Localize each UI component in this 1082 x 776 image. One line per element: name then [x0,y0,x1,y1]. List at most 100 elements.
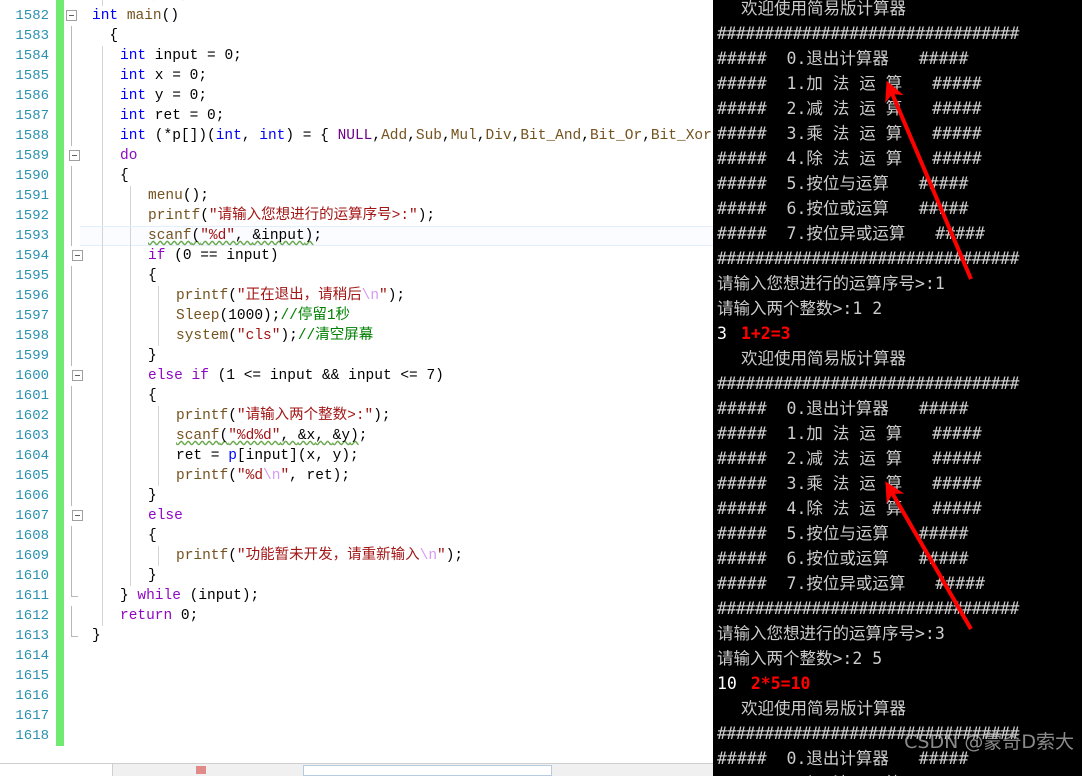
hash-right: ##### [918,399,969,418]
code-token: ( [228,288,237,304]
fold-gutter[interactable] [64,206,80,226]
code-line[interactable]: 1598 system("cls");//清空屏幕 [0,326,713,346]
code-line[interactable]: 1584 int input = 0; [0,46,713,66]
fold-gutter[interactable] [64,26,80,46]
fold-gutter[interactable] [64,706,80,726]
console-output-pane[interactable]: 欢迎使用简易版计算器 ##############################… [713,0,1082,776]
code-lines-container: 1581//用户功能编写1582int main()1583 {1584int … [0,0,713,746]
code-line[interactable]: 1586 int y = 0; [0,86,713,106]
code-line[interactable]: 1604 ret = p[input](x, y); [0,446,713,466]
code-line[interactable]: 1592 printf("请输入您想进行的运算序号>:"); [0,206,713,226]
fold-gutter[interactable] [64,466,80,486]
code-line[interactable]: 1587 int ret = 0; [0,106,713,126]
fold-gutter[interactable] [64,686,80,706]
fold-gutter[interactable] [64,586,80,606]
code-line[interactable]: 1617 [0,706,713,726]
fold-gutter[interactable] [64,6,80,26]
code-line[interactable]: 1612 return 0; [0,606,713,626]
fold-gutter[interactable] [64,546,80,566]
code-line[interactable]: 1597 Sleep(1000);//停留1秒 [0,306,713,326]
code-token: do [120,148,138,164]
fold-gutter[interactable] [64,86,80,106]
fold-gutter[interactable] [64,666,80,686]
fold-gutter[interactable] [64,446,80,466]
code-line[interactable]: 1595 { [0,266,713,286]
fold-gutter[interactable] [64,626,80,646]
fold-gutter[interactable] [64,186,80,206]
console-menu-item-line: ##### 6.按位或运算 ##### [713,196,1082,221]
fold-gutter[interactable] [64,606,80,626]
bottom-search-box[interactable] [303,765,552,776]
code-line[interactable]: 1602 printf("请输入两个整数>:"); [0,406,713,426]
code-line[interactable]: 1596 printf("正在退出，请稍后\n"); [0,286,713,306]
code-token: } [148,348,157,364]
fold-gutter[interactable] [64,146,80,166]
line-number: 1584 [0,46,56,66]
fold-gutter[interactable] [64,306,80,326]
code-line-text: printf("功能暂未开发，请重新输入\n"); [80,546,713,566]
code-editor-pane[interactable]: 1581//用户功能编写1582int main()1583 {1584int … [0,0,713,776]
code-line[interactable]: 1589 do [0,146,713,166]
code-line[interactable]: 1605 printf("%d\n", ret); [0,466,713,486]
fold-gutter[interactable] [64,506,83,526]
code-line[interactable]: 1611} while (input); [0,586,713,606]
code-line[interactable]: 1591 menu(); [0,186,713,206]
fold-gutter[interactable] [64,346,80,366]
fold-guide-line [71,526,72,546]
code-line[interactable]: 1615 [0,666,713,686]
fold-gutter[interactable] [64,166,80,186]
code-line[interactable]: 1599} [0,346,713,366]
code-line[interactable]: 1600 else if (1 <= input && input <= 7) [0,366,713,386]
code-token: ; [233,48,242,64]
fold-end-elbow [71,596,78,597]
console-prompt-numbers: 请输入两个整数>: [717,299,853,318]
console-result-line: 3 1+2=3 [713,321,1082,346]
bottom-tab[interactable] [0,764,113,776]
fold-gutter[interactable] [64,526,80,546]
fold-gutter[interactable] [64,66,80,86]
code-line[interactable]: 1594 if (0 == input) [0,246,713,266]
fold-gutter[interactable] [64,46,80,66]
code-token: printf [148,208,201,224]
fold-gutter[interactable] [64,566,80,586]
line-number: 1587 [0,106,56,126]
code-line[interactable]: 1606} [0,486,713,506]
change-indicator [56,26,64,46]
fold-gutter[interactable] [64,366,83,386]
fold-gutter[interactable] [64,426,80,446]
code-line[interactable]: 1585 int x = 0; [0,66,713,86]
fold-gutter[interactable] [64,126,80,146]
indent-guide [102,586,103,606]
fold-gutter[interactable] [64,286,80,306]
code-token: input = [146,48,225,64]
fold-gutter[interactable] [64,386,80,406]
code-line[interactable]: 1616 [0,686,713,706]
code-line[interactable]: 1593 scanf("%d", &input); [0,226,713,247]
fold-gutter[interactable] [64,726,80,746]
fold-gutter[interactable] [64,326,80,346]
code-line[interactable]: 1603 scanf("%d%d", &x, &y); [0,426,713,446]
code-line[interactable]: 1609 printf("功能暂未开发，请重新输入\n"); [0,546,713,566]
fold-gutter[interactable] [64,646,80,666]
code-line[interactable]: 1608 { [0,526,713,546]
fold-collapse-icon[interactable] [69,150,80,161]
indent-guide [102,566,103,586]
fold-gutter[interactable] [64,406,80,426]
fold-gutter[interactable] [64,486,80,506]
code-line[interactable]: 1613} [0,626,713,646]
code-line[interactable]: 1610} [0,566,713,586]
code-line[interactable]: 1583 { [0,26,713,46]
indent-guide [102,426,103,446]
fold-gutter[interactable] [64,246,83,266]
code-line[interactable]: 1588 int (*p[])(int, int) = { NULL,Add,Su… [0,126,713,146]
code-line[interactable]: 1601 { [0,386,713,406]
fold-gutter[interactable] [64,226,80,246]
fold-gutter[interactable] [64,266,80,286]
code-line[interactable]: 1590 { [0,166,713,186]
code-line[interactable]: 1607 else [0,506,713,526]
fold-collapse-icon[interactable] [66,10,77,21]
code-line[interactable]: 1618 [0,726,713,746]
code-line[interactable]: 1582 int main() [0,6,713,26]
fold-gutter[interactable] [64,106,80,126]
code-line[interactable]: 1614 [0,646,713,666]
